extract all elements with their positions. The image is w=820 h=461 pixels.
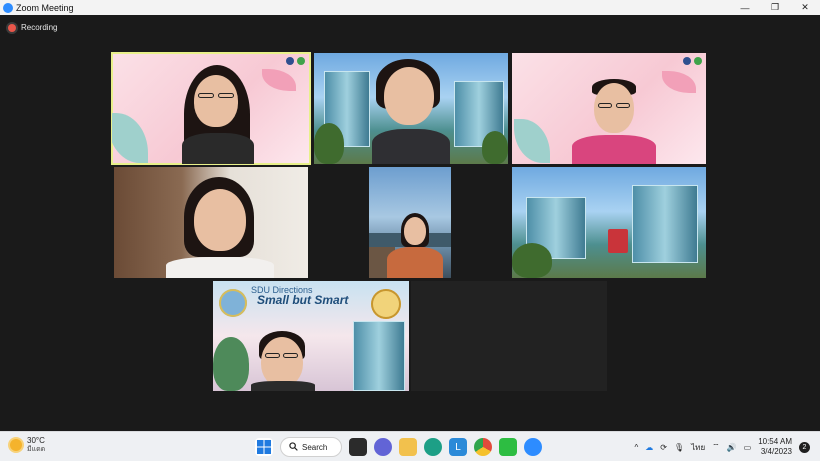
notification-badge[interactable]: 2 <box>799 441 810 453</box>
wifi-icon[interactable]: ⌔ <box>712 442 720 452</box>
volume-icon[interactable]: 🔊 <box>727 443 737 452</box>
red-banner <box>608 229 628 253</box>
search-icon <box>289 441 298 453</box>
logo-badge <box>286 57 294 65</box>
leaf-decoration <box>662 71 696 93</box>
zoom-taskbar-icon[interactable] <box>524 438 542 456</box>
window-controls: — ❐ ✕ <box>730 0 820 15</box>
search-label: Search <box>302 442 328 452</box>
weather-widget[interactable]: 30°C มีแดด <box>10 436 45 454</box>
chevron-up-icon[interactable]: ^ <box>635 443 639 452</box>
clock-date: 3/4/2023 <box>760 447 792 456</box>
window-title: Zoom Meeting <box>16 2 74 13</box>
language-indicator[interactable]: ไทย <box>691 441 705 454</box>
minimize-button[interactable]: — <box>730 0 760 15</box>
task-view-icon[interactable] <box>349 438 367 456</box>
recording-label: Recording <box>21 23 58 32</box>
maximize-button[interactable]: ❐ <box>760 0 790 15</box>
logo-badge <box>297 57 305 65</box>
windows-start-icon[interactable] <box>255 438 273 456</box>
weather-temp: 30°C <box>27 436 45 445</box>
logo-badge <box>683 57 691 65</box>
chrome-icon[interactable] <box>474 438 492 456</box>
clock-time: 10:54 AM <box>758 437 792 446</box>
video-tile-6[interactable] <box>512 167 706 278</box>
video-tile-2[interactable] <box>314 53 508 164</box>
leaf-decoration <box>514 119 550 163</box>
file-explorer-icon[interactable] <box>399 438 417 456</box>
update-icon[interactable]: ⟳ <box>660 443 667 452</box>
app-l-icon[interactable]: L <box>449 438 467 456</box>
university-logo-icon <box>219 289 247 317</box>
video-tile-1[interactable] <box>111 52 311 165</box>
zoom-app-icon <box>3 2 13 13</box>
microphone-icon[interactable]: 🎙 <box>674 443 684 452</box>
onedrive-cloud-icon[interactable]: ☁ <box>645 443 653 452</box>
battery-icon[interactable]: ▭ <box>744 443 752 452</box>
video-tile-4[interactable] <box>114 167 308 278</box>
video-tile-5[interactable] <box>369 167 451 278</box>
chat-icon[interactable] <box>374 438 392 456</box>
weather-sun-icon <box>10 439 22 451</box>
weather-condition: มีแดด <box>27 446 46 453</box>
anniversary-badge-icon <box>371 289 401 319</box>
leaf-decoration <box>112 113 148 163</box>
meeting-gallery: Recording SDU Directions Small but Smart <box>0 15 820 431</box>
title-bar: Zoom Meeting — ❐ ✕ <box>0 0 820 15</box>
line-app-icon[interactable] <box>499 438 517 456</box>
logo-badge <box>694 57 702 65</box>
taskbar-search[interactable]: Search <box>280 437 342 457</box>
video-tile-3[interactable] <box>512 53 706 164</box>
leaf-decoration <box>262 69 296 91</box>
edge-browser-icon[interactable] <box>424 438 442 456</box>
close-button[interactable]: ✕ <box>790 0 820 15</box>
sdu-subtitle: Small but Smart <box>257 293 349 307</box>
clock[interactable]: 10:54 AM 3/4/2023 <box>758 437 792 457</box>
taskbar: 30°C มีแดด Search L ^ ☁ ⟳ 🎙 ไทย ⌔ 🔊 ▭ 10… <box>0 431 820 461</box>
video-tile-empty <box>411 281 607 391</box>
recording-icon <box>8 23 16 32</box>
recording-indicator[interactable]: Recording <box>8 23 57 32</box>
video-tile-7[interactable]: SDU Directions Small but Smart <box>213 281 409 391</box>
system-tray: ^ ☁ ⟳ 🎙 ไทย ⌔ 🔊 ▭ 10:54 AM 3/4/2023 2 <box>635 435 810 459</box>
taskbar-apps: Search L <box>255 435 542 459</box>
